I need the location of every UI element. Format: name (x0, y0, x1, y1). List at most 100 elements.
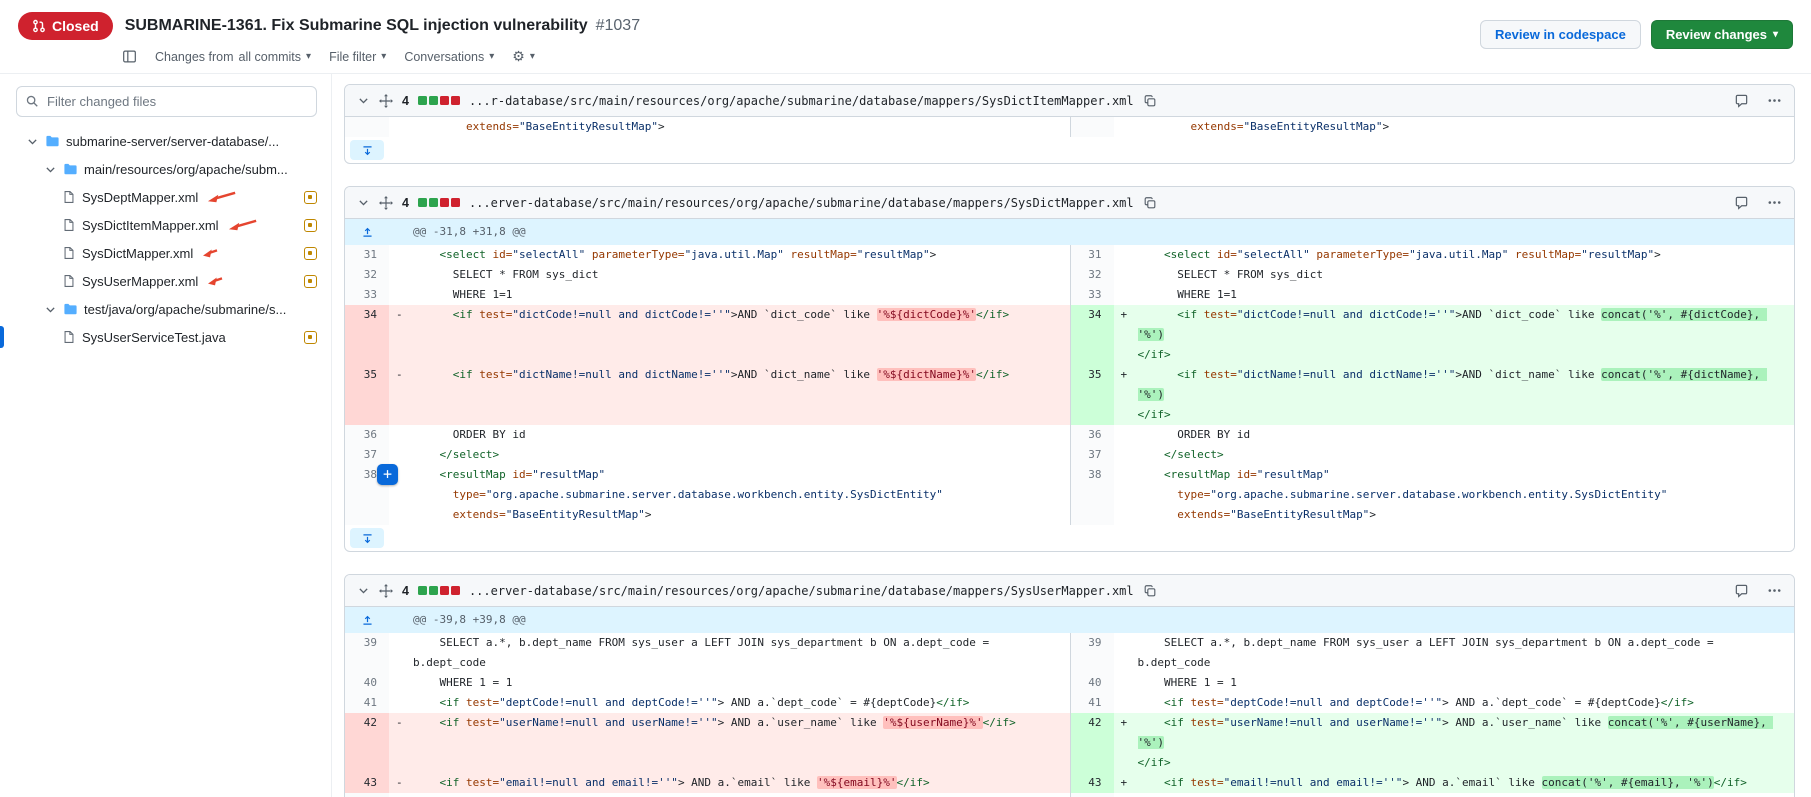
expand-hunk-up-button[interactable] (345, 219, 389, 245)
diff-row: 41 <if test="deptCode!=null and deptCode… (345, 693, 1794, 713)
line-number[interactable]: 39 (345, 633, 389, 673)
tree-file-row[interactable]: SysDeptMapper.xml (16, 183, 317, 211)
addition-marker: + (1121, 365, 1128, 385)
add-line-comment-button[interactable]: + (377, 464, 398, 485)
copy-path-button[interactable] (1143, 94, 1157, 108)
file-options-button[interactable] (1767, 583, 1782, 598)
diffstat-squares (418, 96, 460, 105)
line-number[interactable]: 34 (1070, 305, 1114, 365)
diff-row: 32 SELECT * FROM sys_dict32 SELECT * FRO… (345, 265, 1794, 285)
code-token: parameterType= (1316, 248, 1409, 261)
expand-diff-down-button[interactable] (350, 528, 384, 548)
collapse-file-button[interactable] (357, 94, 370, 107)
conversations-dropdown[interactable]: Conversations ▾ (404, 50, 494, 64)
drag-file-icon[interactable] (379, 196, 393, 210)
line-number[interactable]: 39 (1070, 633, 1114, 673)
line-number[interactable]: 32 (1070, 265, 1114, 285)
code-token (413, 368, 453, 381)
review-in-codespace-button[interactable]: Review in codespace (1480, 20, 1641, 49)
line-number[interactable]: 33 (1070, 285, 1114, 305)
changed-lines-count: 4 (402, 196, 409, 210)
copy-path-button[interactable] (1143, 584, 1157, 598)
annotation-arrow (206, 190, 238, 205)
copy-path-button[interactable] (1143, 196, 1157, 210)
code-token: </if> (1138, 756, 1171, 769)
line-number[interactable] (1070, 117, 1114, 137)
code-token: > (1654, 248, 1661, 261)
diff-settings-dropdown[interactable]: ⚙ ▾ (512, 48, 535, 65)
code-line: - <if test="dictName!=null and dictName!… (389, 365, 1070, 425)
line-number[interactable]: 40 (1070, 673, 1114, 693)
chevron-down-icon: ▾ (306, 51, 311, 62)
code-token (1230, 468, 1237, 481)
pr-status-badge: Closed (18, 12, 113, 40)
line-number[interactable] (345, 117, 389, 137)
code-token: </if> (1661, 696, 1694, 709)
tree-file-row[interactable]: SysDictItemMapper.xml (16, 211, 317, 239)
code-token: <resultMap (1164, 468, 1230, 481)
copy-icon (1143, 196, 1157, 210)
file-comment-button[interactable] (1734, 195, 1749, 210)
line-number[interactable]: 43 (345, 773, 389, 793)
file-options-button[interactable] (1767, 195, 1782, 210)
file-diff-header: 4...r-database/src/main/resources/org/ap… (345, 85, 1794, 117)
expand-down-icon (361, 532, 374, 545)
line-number[interactable]: 43 (1070, 773, 1114, 793)
chevron-down-icon (44, 163, 57, 176)
line-number[interactable]: 32 (345, 265, 389, 285)
tree-folder-row[interactable]: test/java/org/apache/submarine/s... (16, 295, 317, 323)
tree-file-label: SysDictMapper.xml (82, 246, 193, 261)
line-number[interactable]: 35 (1070, 365, 1114, 425)
code-token (1138, 716, 1165, 729)
changed-lines-count: 4 (402, 94, 409, 108)
code-token (784, 248, 791, 261)
drag-file-icon[interactable] (379, 94, 393, 108)
code-line: <if test="deptCode!=null and deptCode!='… (389, 693, 1070, 713)
line-number[interactable]: 36 (345, 425, 389, 445)
toggle-file-tree-button[interactable] (122, 49, 137, 64)
sidebar-panel-icon (122, 49, 137, 64)
line-number[interactable]: 44 (345, 793, 389, 797)
line-number[interactable]: 31 (345, 245, 389, 265)
code-token: id= (1217, 248, 1237, 261)
line-number[interactable]: 33 (345, 285, 389, 305)
expand-hunk-up-button[interactable] (345, 607, 389, 633)
tree-file-row[interactable]: SysUserMapper.xml (16, 267, 317, 295)
diffstat-squares (418, 586, 460, 595)
collapse-file-button[interactable] (357, 196, 370, 209)
code-token (1184, 776, 1191, 789)
line-number[interactable]: 42 (345, 713, 389, 773)
line-number[interactable]: 44 (1070, 793, 1114, 797)
line-number[interactable]: 37 (1070, 445, 1114, 465)
line-number[interactable]: 34 (345, 305, 389, 365)
modified-status-icon (304, 331, 317, 344)
file-filter-dropdown[interactable]: File filter ▾ (329, 50, 386, 64)
changes-from-dropdown[interactable]: Changes from all commits ▾ (155, 50, 311, 64)
line-number[interactable]: 35 (345, 365, 389, 425)
expand-diff-down-button[interactable] (350, 140, 384, 160)
filter-changed-files-input[interactable] (16, 86, 317, 117)
line-number[interactable]: 40 (345, 673, 389, 693)
tree-folder-row[interactable]: submarine-server/server-database/... (16, 127, 317, 155)
review-changes-button[interactable]: Review changes ▾ (1651, 20, 1793, 49)
line-number[interactable]: 36 (1070, 425, 1114, 445)
line-number[interactable]: 37 (345, 445, 389, 465)
collapse-file-button[interactable] (357, 584, 370, 597)
tree-folder-row[interactable]: main/resources/org/apache/subm... (16, 155, 317, 183)
line-number[interactable]: 41 (345, 693, 389, 713)
drag-file-icon[interactable] (379, 584, 393, 598)
tree-file-row[interactable]: SysUserServiceTest.java (16, 323, 317, 351)
diff-row: 43- <if test="email!=null and email!=''"… (345, 773, 1794, 793)
file-comment-button[interactable] (1734, 583, 1749, 598)
file-comment-button[interactable] (1734, 93, 1749, 108)
tree-file-row[interactable]: SysDictMapper.xml (16, 239, 317, 267)
line-number[interactable]: 42 (1070, 713, 1114, 773)
code-token (413, 716, 440, 729)
file-filter-label: File filter (329, 50, 376, 64)
line-number[interactable]: 38 (1070, 465, 1114, 525)
code-token: </select> (440, 448, 500, 461)
line-number[interactable]: 31 (1070, 245, 1114, 265)
file-diff-card: 4...erver-database/src/main/resources/or… (344, 574, 1795, 797)
file-options-button[interactable] (1767, 93, 1782, 108)
line-number[interactable]: 41 (1070, 693, 1114, 713)
